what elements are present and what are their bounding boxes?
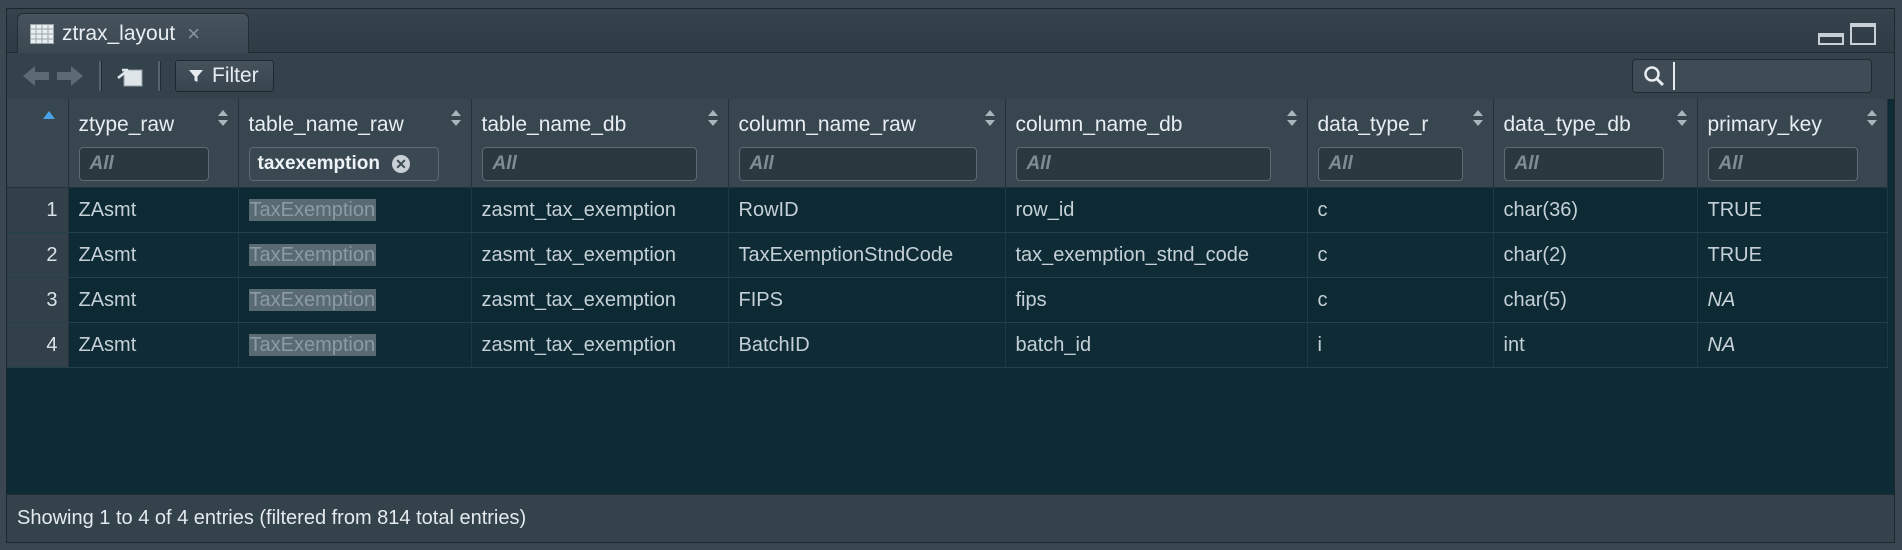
search-input[interactable] [1673, 62, 1861, 90]
cell-table-name-db: zasmt_tax_exemption [471, 277, 729, 323]
cell-data-type-r: c [1307, 232, 1494, 278]
cell-data-type-db: char(2) [1493, 232, 1698, 278]
sort-ascending-icon [43, 111, 55, 119]
data-table-container: ztype_raw All table_name_raw taxexemptio… [7, 99, 1894, 495]
column-header-ztype-raw[interactable]: ztype_raw All [68, 99, 239, 188]
filter-field-data-type-r[interactable]: All [1317, 147, 1463, 181]
filter-button[interactable]: Filter [175, 60, 274, 92]
search-box[interactable] [1632, 59, 1872, 93]
cell-ztype-raw: ZAsmt [68, 187, 239, 233]
tab-ztrax-layout[interactable]: ztrax_layout × [17, 13, 249, 53]
cell-primary-key: TRUE [1697, 232, 1888, 278]
toolbar-separator-2 [158, 61, 161, 91]
row-index: 2 [7, 232, 69, 278]
filter-field-table-name-db[interactable]: All [481, 147, 697, 181]
sort-icon[interactable] [450, 109, 461, 127]
popout-window-icon[interactable] [116, 64, 144, 88]
cell-data-type-r: c [1307, 277, 1494, 323]
cell-column-name-db: batch_id [1005, 322, 1308, 368]
column-header-column-name-raw[interactable]: column_name_raw All [728, 99, 1006, 188]
cell-data-type-db: char(36) [1493, 187, 1698, 233]
column-header-index[interactable] [7, 99, 69, 188]
minimize-pane-icon[interactable] [1818, 33, 1844, 45]
column-header-column-name-db[interactable]: column_name_db All [1005, 99, 1308, 188]
entries-status-text: Showing 1 to 4 of 4 entries (filtered fr… [17, 507, 527, 529]
filter-field-primary-key[interactable]: All [1707, 147, 1858, 181]
cell-data-type-db: char(5) [1493, 277, 1698, 323]
clear-filter-icon[interactable]: ✕ [391, 155, 410, 173]
tab-close-icon[interactable]: × [187, 22, 200, 45]
cell-ztype-raw: ZAsmt [68, 232, 239, 278]
sort-icon[interactable] [984, 109, 995, 127]
header-row: ztype_raw All table_name_raw taxexemptio… [7, 99, 1888, 188]
filter-value: taxexemption [257, 153, 380, 174]
filter-field-column-name-raw[interactable]: All [738, 147, 977, 181]
maximize-pane-icon[interactable] [1850, 23, 1876, 45]
cell-table-name-raw: TaxExemption [238, 277, 472, 323]
table-row[interactable]: 2 ZAsmt TaxExemption zasmt_tax_exemption… [7, 232, 1888, 278]
cell-ztype-raw: ZAsmt [68, 277, 239, 323]
filter-field-data-type-db[interactable]: All [1503, 147, 1664, 181]
column-header-table-name-db[interactable]: table_name_db All [471, 99, 729, 188]
row-index: 1 [7, 187, 69, 233]
cell-table-name-db: zasmt_tax_exemption [471, 322, 729, 368]
tab-title: ztrax_layout [62, 21, 176, 45]
column-header-data-type-db[interactable]: data_type_db All [1493, 99, 1698, 188]
sort-icon[interactable] [1286, 109, 1297, 127]
cell-data-type-r: c [1307, 187, 1494, 233]
search-highlight: TaxExemption [248, 333, 377, 356]
cell-table-name-db: zasmt_tax_exemption [471, 232, 729, 278]
table-row[interactable]: 4 ZAsmt TaxExemption zasmt_tax_exemption… [7, 322, 1888, 368]
window-controls [1818, 23, 1876, 45]
filter-button-label: Filter [212, 64, 259, 87]
cell-table-name-raw: TaxExemption [238, 322, 472, 368]
cell-column-name-db: tax_exemption_stnd_code [1005, 232, 1308, 278]
filter-field-table-name-raw[interactable]: taxexemption ✕ [248, 147, 439, 181]
search-highlight: TaxExemption [248, 288, 377, 311]
column-header-table-name-raw[interactable]: table_name_raw taxexemption ✕ [238, 99, 472, 188]
cell-column-name-raw: BatchID [728, 322, 1006, 368]
cell-table-name-raw: TaxExemption [238, 187, 472, 233]
funnel-icon [189, 70, 203, 82]
forward-arrow-icon[interactable] [55, 64, 85, 88]
cell-column-name-raw: RowID [728, 187, 1006, 233]
column-header-data-type-r[interactable]: data_type_r All [1307, 99, 1494, 188]
toolbar: Filter [7, 53, 1894, 99]
sort-icon[interactable] [1676, 109, 1687, 127]
cell-data-type-r: i [1307, 322, 1494, 368]
search-highlight: TaxExemption [248, 198, 377, 221]
search-highlight: TaxExemption [248, 243, 377, 266]
sort-icon[interactable] [217, 109, 228, 127]
column-header-primary-key[interactable]: primary_key All [1697, 99, 1888, 188]
cell-column-name-raw: TaxExemptionStndCode [728, 232, 1006, 278]
sort-icon[interactable] [707, 109, 718, 127]
data-viewer-window: ztrax_layout × Filter ztype_raw All tabl… [6, 8, 1895, 543]
back-arrow-icon[interactable] [21, 64, 51, 88]
cell-ztype-raw: ZAsmt [68, 322, 239, 368]
filter-field-column-name-db[interactable]: All [1015, 147, 1271, 181]
cell-table-name-raw: TaxExemption [238, 232, 472, 278]
cell-primary-key: NA [1697, 322, 1888, 368]
cell-table-name-db: zasmt_tax_exemption [471, 187, 729, 233]
sort-icon[interactable] [1472, 109, 1483, 127]
filter-field-ztype-raw[interactable]: All [78, 147, 209, 181]
table-row[interactable]: 3 ZAsmt TaxExemption zasmt_tax_exemption… [7, 277, 1888, 323]
row-index: 3 [7, 277, 69, 323]
row-index: 4 [7, 322, 69, 368]
data-table: ztype_raw All table_name_raw taxexemptio… [7, 99, 1888, 368]
cell-column-name-db: row_id [1005, 187, 1308, 233]
cell-data-type-db: int [1493, 322, 1698, 368]
cell-primary-key: TRUE [1697, 187, 1888, 233]
cell-primary-key: NA [1697, 277, 1888, 323]
table-grid-icon [30, 23, 54, 44]
toolbar-separator [99, 61, 102, 91]
tab-bar: ztrax_layout × [7, 9, 1894, 53]
search-icon [1644, 66, 1665, 87]
table-row[interactable]: 1 ZAsmt TaxExemption zasmt_tax_exemption… [7, 187, 1888, 233]
cell-column-name-raw: FIPS [728, 277, 1006, 323]
cell-column-name-db: fips [1005, 277, 1308, 323]
status-bar: Showing 1 to 4 of 4 entries (filtered fr… [7, 494, 1894, 542]
sort-icon[interactable] [1866, 109, 1877, 127]
